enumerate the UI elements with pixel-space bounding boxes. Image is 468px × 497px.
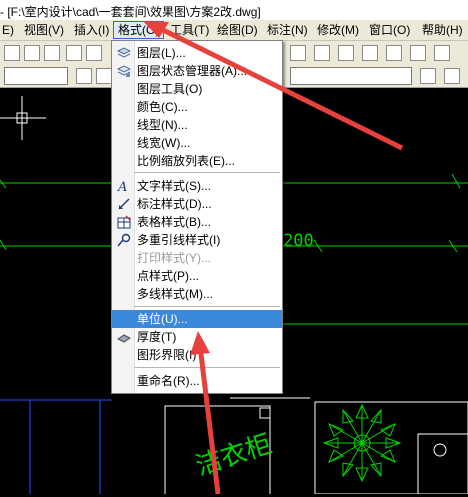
arrow-to-units-item	[190, 331, 221, 494]
annotation-arrows	[143, 21, 404, 494]
arrow-to-format-menu	[143, 21, 404, 151]
